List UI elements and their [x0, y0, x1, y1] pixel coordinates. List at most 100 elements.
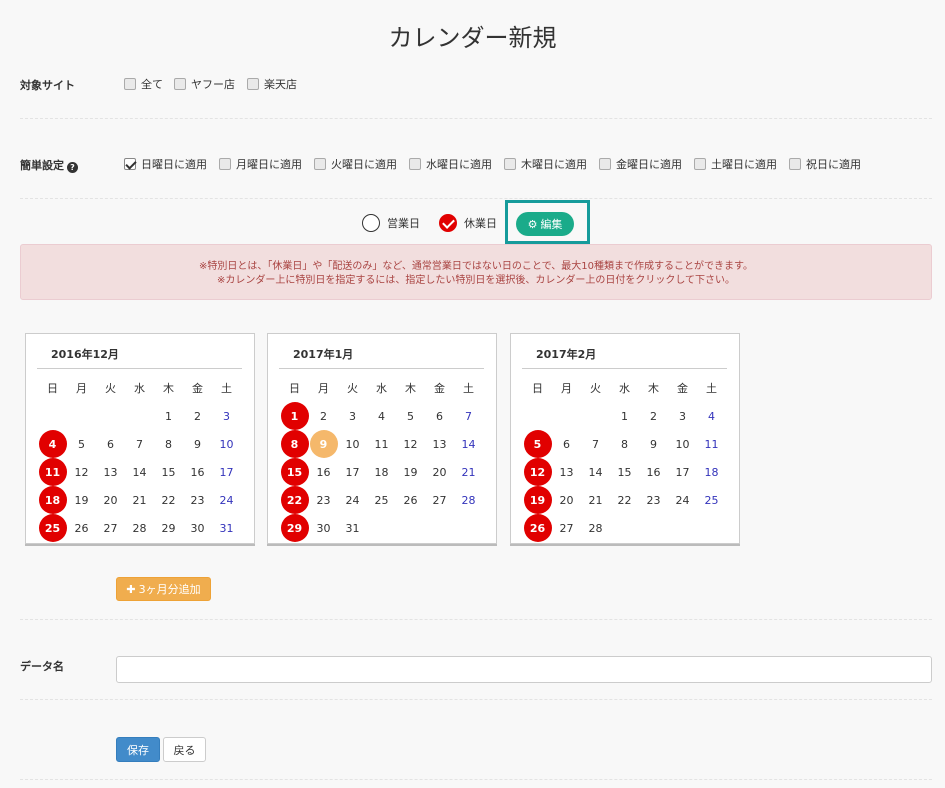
calendar-day[interactable]: 17	[338, 458, 367, 486]
checkbox-icon[interactable]	[219, 158, 231, 170]
calendar-day[interactable]: 17	[212, 458, 241, 486]
calendar-day[interactable]: 12	[67, 458, 96, 486]
calendar-day[interactable]: 10	[212, 430, 241, 458]
calendar-day[interactable]: 18	[38, 486, 67, 514]
checkbox-tuesday[interactable]: 火曜日に適用	[314, 156, 397, 172]
calendar-day[interactable]: 18	[367, 458, 396, 486]
calendar-day[interactable]: 28	[125, 514, 154, 542]
calendar-day[interactable]: 5	[523, 430, 552, 458]
radio-business-day[interactable]: 営業日	[362, 214, 420, 232]
checkbox-icon[interactable]	[599, 158, 611, 170]
calendar-day[interactable]: 24	[338, 486, 367, 514]
calendar-day[interactable]: 3	[212, 402, 241, 430]
checkbox-holiday[interactable]: 祝日に適用	[789, 156, 861, 172]
question-circle-icon[interactable]: ?	[67, 162, 78, 173]
checkbox-thursday[interactable]: 木曜日に適用	[504, 156, 587, 172]
calendar-day[interactable]: 10	[668, 430, 697, 458]
checkbox-icon[interactable]	[504, 158, 516, 170]
calendar-day[interactable]: 11	[38, 458, 67, 486]
save-button[interactable]: 保存	[116, 737, 160, 762]
calendar-day[interactable]: 20	[552, 486, 581, 514]
radio-holiday[interactable]: 休業日	[439, 214, 497, 232]
calendar-day[interactable]: 1	[280, 402, 309, 430]
calendar-day[interactable]: 29	[154, 514, 183, 542]
calendar-day[interactable]: 9	[183, 430, 212, 458]
calendar-day[interactable]: 25	[697, 486, 726, 514]
calendar-day[interactable]: 16	[183, 458, 212, 486]
checkbox-yahoo[interactable]: ヤフー店	[174, 76, 235, 92]
calendar-day[interactable]: 29	[280, 514, 309, 542]
calendar-day[interactable]: 30	[183, 514, 212, 542]
calendar-day[interactable]: 28	[454, 486, 483, 514]
calendar-day[interactable]: 16	[639, 458, 668, 486]
calendar-day[interactable]: 6	[96, 430, 125, 458]
calendar-day[interactable]: 4	[38, 430, 67, 458]
calendar-day[interactable]: 26	[523, 514, 552, 542]
calendar-day[interactable]: 21	[454, 458, 483, 486]
calendar-day[interactable]: 16	[309, 458, 338, 486]
calendar-day[interactable]: 23	[639, 486, 668, 514]
calendar-day[interactable]: 13	[552, 458, 581, 486]
calendar-day[interactable]: 15	[154, 458, 183, 486]
calendar-day[interactable]: 30	[309, 514, 338, 542]
calendar-day[interactable]: 6	[425, 402, 454, 430]
calendar-day[interactable]: 19	[523, 486, 552, 514]
checkbox-icon[interactable]	[314, 158, 326, 170]
checkbox-checked-icon[interactable]	[124, 158, 136, 170]
calendar-day[interactable]: 25	[367, 486, 396, 514]
calendar-day[interactable]: 9	[639, 430, 668, 458]
calendar-day[interactable]: 13	[96, 458, 125, 486]
calendar-day[interactable]: 13	[425, 430, 454, 458]
calendar-day[interactable]: 20	[96, 486, 125, 514]
calendar-day[interactable]: 21	[581, 486, 610, 514]
checkbox-sunday[interactable]: 日曜日に適用	[124, 156, 207, 172]
checkbox-icon[interactable]	[789, 158, 801, 170]
calendar-day[interactable]: 1	[610, 402, 639, 430]
data-name-input[interactable]	[116, 656, 932, 683]
calendar-day[interactable]: 15	[280, 458, 309, 486]
calendar-day[interactable]: 24	[668, 486, 697, 514]
calendar-day[interactable]: 9	[309, 430, 338, 458]
checkbox-icon[interactable]	[124, 78, 136, 90]
calendar-day[interactable]: 26	[67, 514, 96, 542]
calendar-day[interactable]: 12	[523, 458, 552, 486]
back-button[interactable]: 戻る	[163, 737, 206, 762]
calendar-day[interactable]: 6	[552, 430, 581, 458]
checkbox-icon[interactable]	[694, 158, 706, 170]
calendar-day[interactable]: 3	[338, 402, 367, 430]
calendar-day[interactable]: 17	[668, 458, 697, 486]
calendar-day[interactable]: 14	[454, 430, 483, 458]
calendar-day[interactable]: 25	[38, 514, 67, 542]
calendar-day[interactable]: 31	[338, 514, 367, 542]
calendar-day[interactable]: 5	[67, 430, 96, 458]
calendar-day[interactable]: 20	[425, 458, 454, 486]
add-3-months-button[interactable]: ✚ 3ヶ月分追加	[116, 577, 211, 601]
calendar-day[interactable]: 2	[183, 402, 212, 430]
calendar-day[interactable]: 21	[125, 486, 154, 514]
calendar-day[interactable]: 14	[581, 458, 610, 486]
calendar-day[interactable]: 11	[697, 430, 726, 458]
calendar-day[interactable]: 15	[610, 458, 639, 486]
calendar-day[interactable]: 24	[212, 486, 241, 514]
calendar-day[interactable]: 14	[125, 458, 154, 486]
calendar-day[interactable]: 22	[610, 486, 639, 514]
calendar-day[interactable]: 18	[697, 458, 726, 486]
calendar-day[interactable]: 10	[338, 430, 367, 458]
calendar-day[interactable]: 7	[125, 430, 154, 458]
checkbox-saturday[interactable]: 土曜日に適用	[694, 156, 777, 172]
calendar-day[interactable]: 22	[154, 486, 183, 514]
calendar-day[interactable]: 7	[454, 402, 483, 430]
calendar-day[interactable]: 27	[96, 514, 125, 542]
calendar-day[interactable]: 4	[367, 402, 396, 430]
calendar-day[interactable]: 4	[697, 402, 726, 430]
calendar-day[interactable]: 31	[212, 514, 241, 542]
calendar-day[interactable]: 8	[610, 430, 639, 458]
calendar-day[interactable]: 19	[396, 458, 425, 486]
edit-button[interactable]: ⚙ 編集	[516, 212, 574, 236]
calendar-day[interactable]: 26	[396, 486, 425, 514]
calendar-day[interactable]: 5	[396, 402, 425, 430]
calendar-day[interactable]: 2	[309, 402, 338, 430]
checkbox-icon[interactable]	[409, 158, 421, 170]
calendar-day[interactable]: 7	[581, 430, 610, 458]
calendar-day[interactable]: 11	[367, 430, 396, 458]
